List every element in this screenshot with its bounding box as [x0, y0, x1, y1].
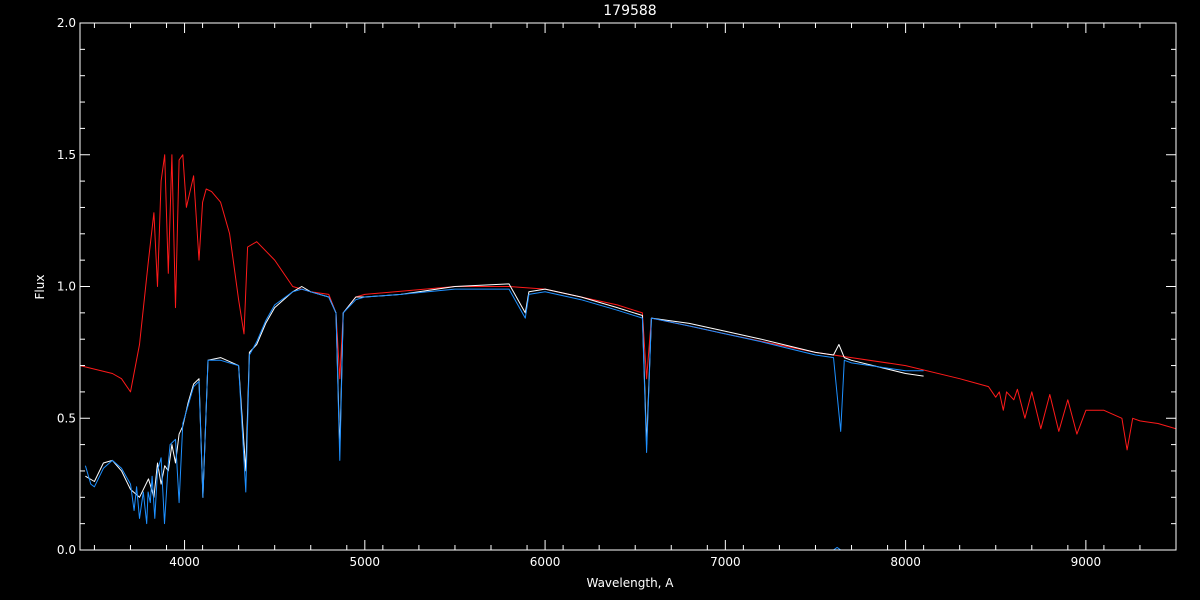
y-tick-label: 1.0	[57, 280, 76, 294]
x-tick-label: 8000	[890, 555, 921, 569]
x-tick-label: 9000	[1071, 555, 1102, 569]
y-tick-label: 0.0	[57, 543, 76, 557]
chart-background	[0, 0, 1200, 600]
x-axis-label: Wavelength, A	[586, 576, 674, 590]
y-axis-label: Flux	[33, 275, 47, 300]
x-tick-label: 5000	[350, 555, 381, 569]
chart-title: 179588	[603, 3, 656, 19]
spectrum-chart: 4000 5000 6000 7000 8000 90000.00.51.01.52.0 …	[0, 0, 1200, 600]
y-tick-label: 1.5	[57, 148, 76, 162]
x-tick-label: 4000	[169, 555, 200, 569]
y-tick-label: 2.0	[57, 16, 76, 30]
y-tick-label: 0.5	[57, 411, 76, 425]
x-tick-label: 6000	[530, 555, 561, 569]
x-tick-label: 7000	[710, 555, 741, 569]
